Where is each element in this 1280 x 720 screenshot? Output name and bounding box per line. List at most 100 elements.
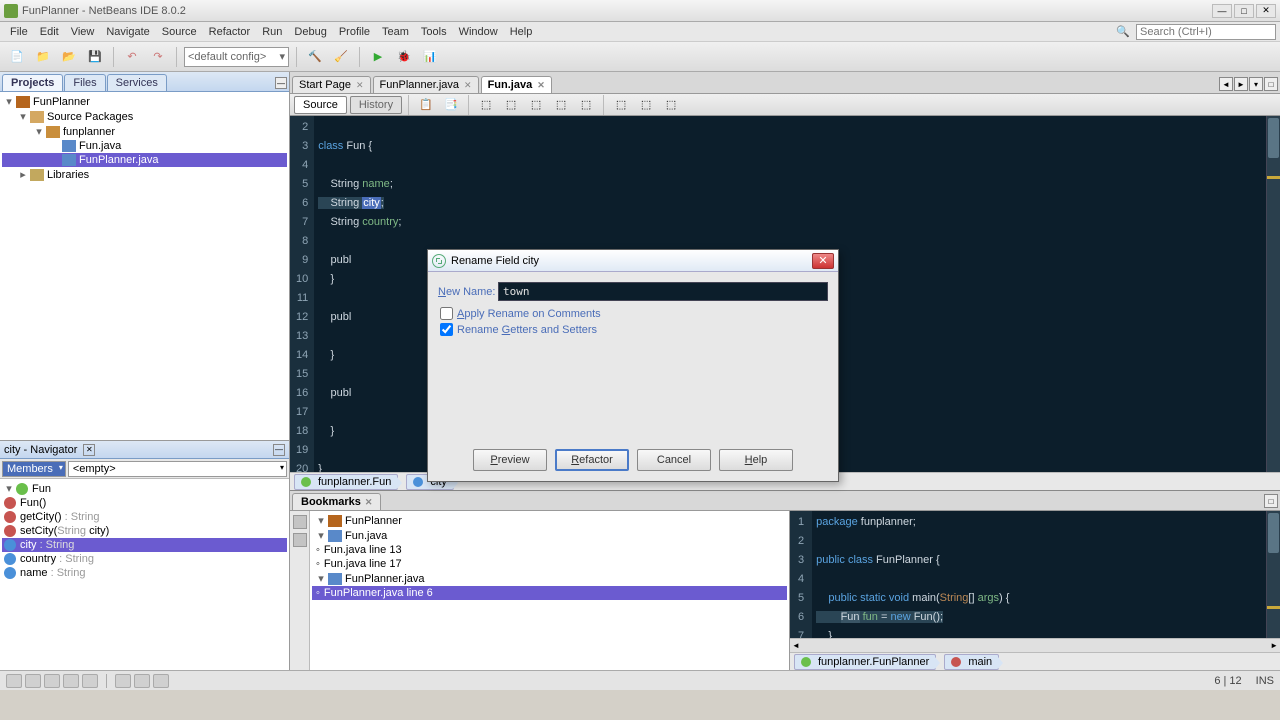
- editor-maximize-icon[interactable]: □: [1264, 77, 1278, 91]
- new-name-input[interactable]: [498, 282, 828, 301]
- menu-edit[interactable]: Edit: [34, 24, 65, 40]
- menu-view[interactable]: View: [65, 24, 101, 40]
- menu-team[interactable]: Team: [376, 24, 415, 40]
- bookmark-preview-editor[interactable]: 1234567 package funplanner; public class…: [790, 511, 1280, 638]
- cancel-button[interactable]: Cancel: [637, 449, 711, 471]
- tab-projects[interactable]: Projects: [2, 74, 63, 91]
- clean-build-icon[interactable]: 🧹: [330, 46, 352, 68]
- tab-bookmarks[interactable]: Bookmarks✕: [292, 493, 381, 510]
- nav-field-name[interactable]: name : String: [20, 567, 85, 579]
- menu-debug[interactable]: Debug: [288, 24, 332, 40]
- close-icon[interactable]: ✕: [365, 497, 373, 507]
- dialog-titlebar[interactable]: Rename Field city ✕: [428, 250, 838, 272]
- close-icon[interactable]: ✕: [464, 80, 472, 91]
- tab-files[interactable]: Files: [64, 74, 105, 91]
- status-icon-4[interactable]: [63, 674, 79, 688]
- redo-icon[interactable]: ↷: [147, 46, 169, 68]
- refactor-button[interactable]: Refactor: [555, 449, 629, 471]
- editor-btn-6[interactable]: ⬚: [550, 94, 572, 116]
- status-icon-7[interactable]: [134, 674, 150, 688]
- apply-comments-checkbox[interactable]: [440, 307, 453, 320]
- editor-tab-list-icon[interactable]: ▾: [1249, 77, 1263, 91]
- menu-source[interactable]: Source: [156, 24, 203, 40]
- menu-tools[interactable]: Tools: [415, 24, 453, 40]
- tab-funplanner-java[interactable]: FunPlanner.java✕: [373, 76, 479, 93]
- new-project-icon[interactable]: 📁: [32, 46, 54, 68]
- preview-crumb-method[interactable]: main: [944, 654, 999, 670]
- menu-profile[interactable]: Profile: [333, 24, 376, 40]
- status-icon-3[interactable]: [44, 674, 60, 688]
- status-icon-2[interactable]: [25, 674, 41, 688]
- menu-run[interactable]: Run: [256, 24, 288, 40]
- editor-scrollbar[interactable]: [1266, 116, 1280, 472]
- minimize-panel-icon[interactable]: —: [275, 77, 287, 89]
- tree-funplanner-java[interactable]: FunPlanner.java: [79, 154, 159, 166]
- editor-btn-9[interactable]: ⬚: [635, 94, 657, 116]
- bm-icon-1[interactable]: [293, 515, 307, 529]
- debug-icon[interactable]: 🐞: [393, 46, 415, 68]
- new-file-icon[interactable]: 📄: [6, 46, 28, 68]
- history-view-button[interactable]: History: [350, 96, 402, 114]
- bookmarks-maximize-icon[interactable]: □: [1264, 494, 1278, 508]
- close-button[interactable]: ✕: [1256, 4, 1276, 18]
- preview-scrollbar[interactable]: [1266, 511, 1280, 638]
- editor-tab-left-icon[interactable]: ◄: [1219, 77, 1233, 91]
- bm-project[interactable]: FunPlanner: [345, 515, 402, 527]
- rename-getset-label[interactable]: Rename Getters and Setters: [457, 324, 597, 336]
- close-icon[interactable]: ✕: [356, 80, 364, 91]
- editor-tab-right-icon[interactable]: ►: [1234, 77, 1248, 91]
- editor-btn-8[interactable]: ⬚: [610, 94, 632, 116]
- menu-file[interactable]: File: [4, 24, 34, 40]
- menu-navigate[interactable]: Navigate: [100, 24, 155, 40]
- build-icon[interactable]: 🔨: [304, 46, 326, 68]
- profile-icon[interactable]: 📊: [419, 46, 441, 68]
- editor-btn-2[interactable]: 📑: [440, 94, 462, 116]
- tree-fun-java[interactable]: Fun.java: [79, 140, 121, 152]
- nav-class[interactable]: Fun: [32, 483, 51, 495]
- tree-source-packages[interactable]: Source Packages: [47, 111, 133, 123]
- status-icon-1[interactable]: [6, 674, 22, 688]
- bm-fun-java[interactable]: Fun.java: [345, 530, 387, 542]
- undo-icon[interactable]: ↶: [121, 46, 143, 68]
- editor-btn-1[interactable]: 📋: [415, 94, 437, 116]
- navigator-close-icon[interactable]: ✕: [83, 444, 95, 456]
- bm-fun-17[interactable]: Fun.java line 17: [324, 558, 402, 570]
- bm-fun-13[interactable]: Fun.java line 13: [324, 544, 402, 556]
- help-button[interactable]: Help: [719, 449, 793, 471]
- preview-crumb-class[interactable]: funplanner.FunPlanner: [794, 654, 936, 670]
- preview-hscroll[interactable]: [790, 638, 1280, 652]
- nav-getcity[interactable]: getCity() : String: [20, 511, 99, 523]
- config-combo[interactable]: <default config>▾: [184, 47, 289, 67]
- close-icon[interactable]: ✕: [537, 80, 545, 91]
- menu-window[interactable]: Window: [453, 24, 504, 40]
- rename-getset-checkbox[interactable]: [440, 323, 453, 336]
- global-search-input[interactable]: [1136, 24, 1276, 40]
- tree-libraries[interactable]: Libraries: [47, 169, 89, 181]
- tree-project[interactable]: FunPlanner: [33, 96, 90, 108]
- preview-button[interactable]: Preview: [473, 449, 547, 471]
- navigator-minimize-icon[interactable]: —: [273, 444, 285, 456]
- dialog-close-button[interactable]: ✕: [812, 253, 834, 269]
- navigator-filter-combo[interactable]: <empty>: [68, 461, 287, 477]
- bookmark-tree[interactable]: ▾FunPlanner ▾Fun.java ◦Fun.java line 13 …: [310, 511, 790, 670]
- tab-services[interactable]: Services: [107, 74, 167, 91]
- status-icon-8[interactable]: [153, 674, 169, 688]
- tab-fun-java[interactable]: Fun.java✕: [481, 76, 552, 93]
- minimize-button[interactable]: —: [1212, 4, 1232, 18]
- tab-start-page[interactable]: Start Page✕: [292, 76, 371, 93]
- nav-field-city[interactable]: city : String: [20, 539, 74, 551]
- nav-field-country[interactable]: country : String: [20, 553, 94, 565]
- bm-funplanner-6[interactable]: FunPlanner.java line 6: [324, 587, 433, 599]
- editor-btn-5[interactable]: ⬚: [525, 94, 547, 116]
- open-icon[interactable]: 📂: [58, 46, 80, 68]
- bm-funplanner-java[interactable]: FunPlanner.java: [345, 573, 425, 585]
- editor-btn-3[interactable]: ⬚: [475, 94, 497, 116]
- breadcrumb-class[interactable]: funplanner.Fun: [294, 474, 398, 490]
- project-tree[interactable]: ▾FunPlanner ▾Source Packages ▾funplanner…: [0, 92, 289, 440]
- tree-package[interactable]: funplanner: [63, 126, 115, 138]
- run-icon[interactable]: ▶: [367, 46, 389, 68]
- nav-setcity[interactable]: setCity(String city): [20, 525, 109, 537]
- status-icon-5[interactable]: [82, 674, 98, 688]
- maximize-button[interactable]: □: [1234, 4, 1254, 18]
- navigator-tree[interactable]: ▾Fun Fun() getCity() : String setCity(St…: [0, 479, 289, 670]
